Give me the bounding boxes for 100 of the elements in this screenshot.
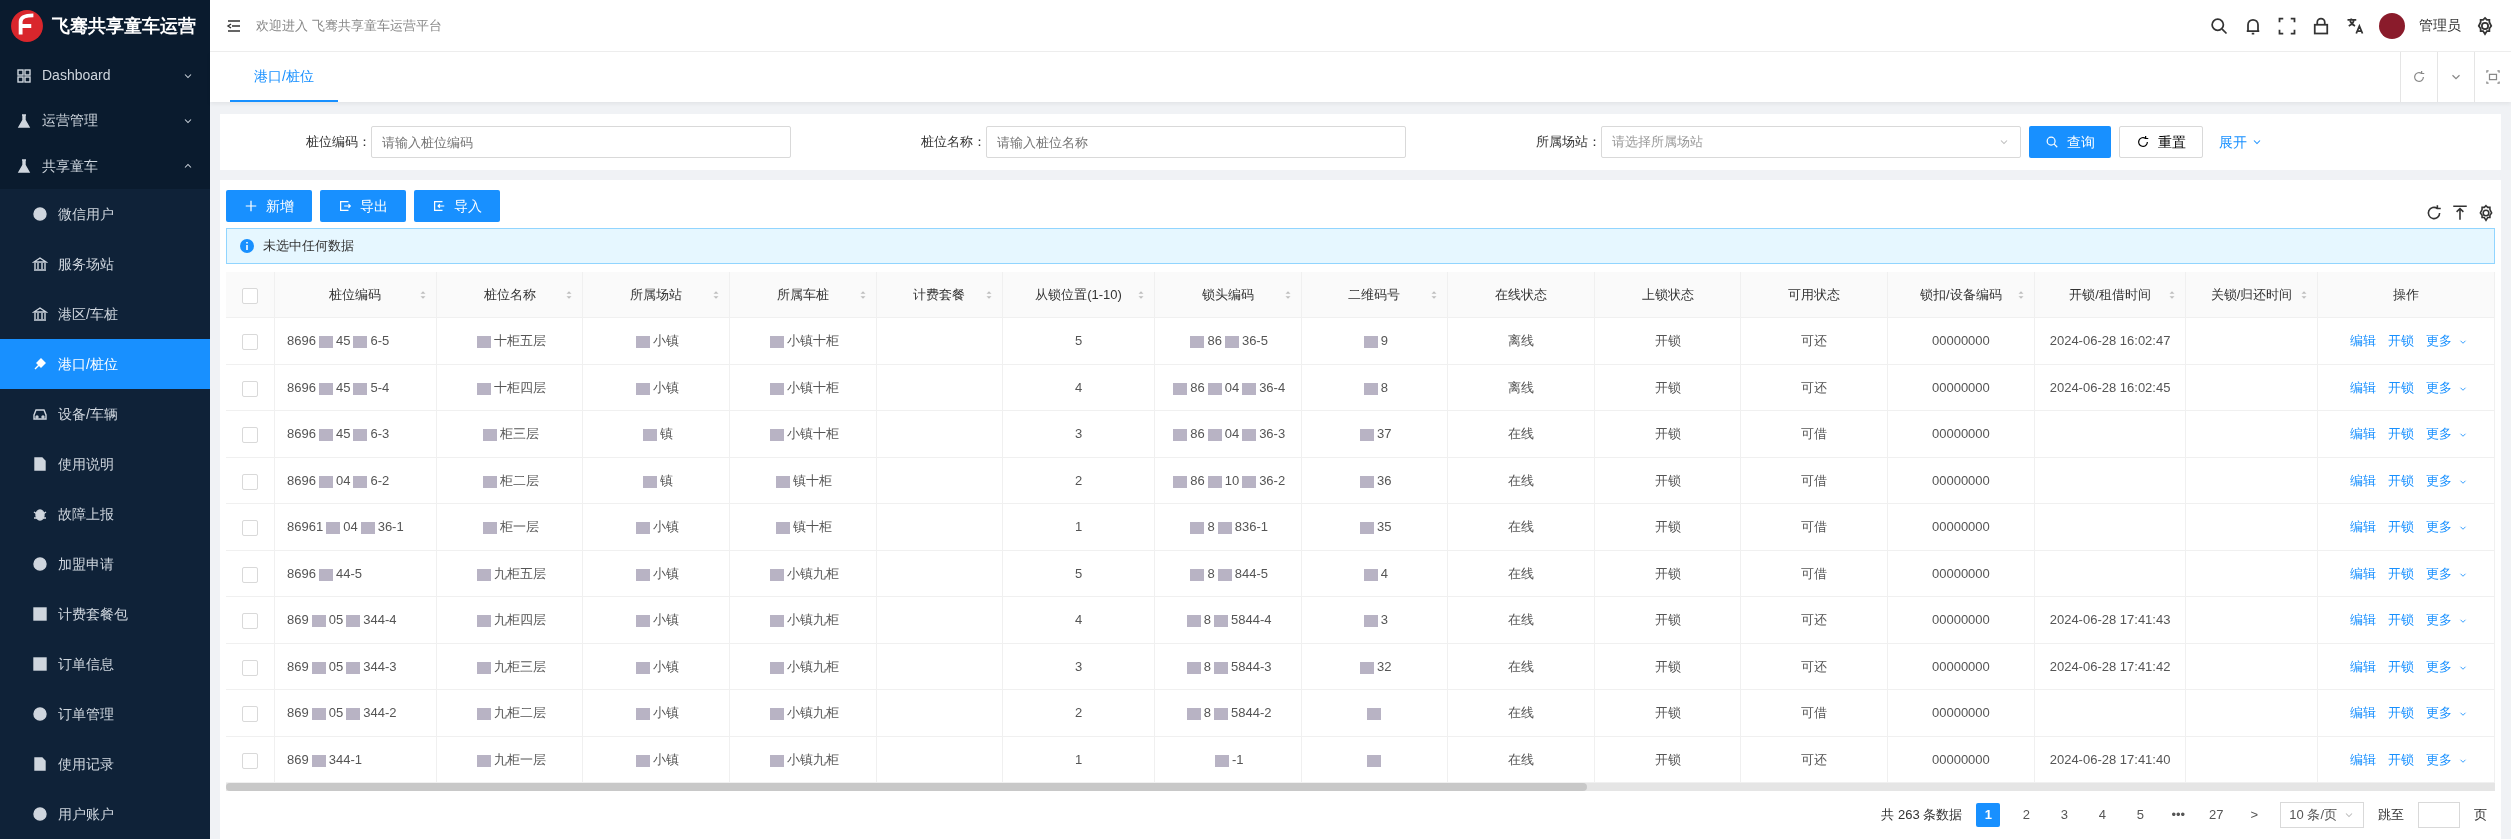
page-size-select[interactable]: 10 条/页: [2280, 802, 2364, 828]
page-link[interactable]: 4: [2090, 803, 2115, 827]
action-link[interactable]: 开锁: [2387, 658, 2414, 674]
column-height-icon[interactable]: [2451, 204, 2469, 222]
cell-text: 5844-2: [1231, 705, 1272, 721]
tab[interactable]: 港口/桩位: [230, 52, 338, 102]
action-link[interactable]: 开锁: [2387, 612, 2414, 628]
toolbar-button[interactable]: 导出: [320, 190, 406, 222]
action-link[interactable]: 编辑: [2349, 751, 2376, 767]
page-link[interactable]: 1: [1976, 803, 2001, 827]
action-link[interactable]: 编辑: [2349, 426, 2376, 442]
checkbox[interactable]: [242, 380, 258, 397]
checkbox[interactable]: [242, 334, 258, 351]
sidebar-item[interactable]: 订单管理: [0, 689, 210, 739]
action-link[interactable]: 开锁: [2387, 519, 2414, 535]
page-link[interactable]: 27: [2204, 803, 2229, 827]
checkbox[interactable]: [242, 659, 258, 676]
cell-text: 开锁: [1654, 379, 1681, 395]
next-page-link[interactable]: >: [2242, 803, 2267, 827]
sidebar-item[interactable]: 微信用户: [0, 189, 210, 239]
page-link[interactable]: 2: [2014, 803, 2039, 827]
page-link[interactable]: •••: [2166, 803, 2191, 827]
cell-text: 2024-06-28 17:41:43: [2049, 612, 2171, 628]
sidebar-item[interactable]: 服务场站: [0, 239, 210, 289]
redaction-block: [346, 661, 361, 674]
checkbox[interactable]: [242, 287, 258, 304]
action-link[interactable]: 开锁: [2387, 426, 2414, 442]
checkbox[interactable]: [242, 520, 258, 537]
toolbar-button[interactable]: 导入: [414, 190, 500, 222]
sidebar-item[interactable]: 共享童车: [0, 143, 210, 189]
more-link[interactable]: 更多: [2425, 472, 2452, 488]
sidebar-item[interactable]: 设备/车辆: [0, 389, 210, 439]
sidebar-item[interactable]: 故障上报: [0, 489, 210, 539]
checkbox[interactable]: [242, 473, 258, 490]
cell-text: 十柜五层: [493, 333, 546, 349]
checkbox[interactable]: [242, 566, 258, 583]
more-link[interactable]: 更多: [2425, 705, 2452, 721]
action-link[interactable]: 编辑: [2349, 472, 2376, 488]
action-link[interactable]: 编辑: [2349, 519, 2376, 535]
input-field[interactable]: 请输入桩位编码: [371, 126, 791, 158]
more-link[interactable]: 更多: [2425, 519, 2452, 535]
action-link[interactable]: 开锁: [2387, 751, 2414, 767]
column-header: 二维码号: [1348, 286, 1401, 302]
cell-text: 8: [1207, 519, 1215, 535]
toolbar-button[interactable]: 新增: [226, 190, 312, 222]
action-link[interactable]: 开锁: [2387, 333, 2414, 349]
redaction-block: [642, 429, 657, 442]
more-link[interactable]: 更多: [2425, 333, 2452, 349]
page-link[interactable]: 3: [2052, 803, 2077, 827]
search-button[interactable]: 查询: [2029, 126, 2111, 158]
checkbox[interactable]: [242, 706, 258, 723]
page-link[interactable]: 5: [2128, 803, 2153, 827]
more-link[interactable]: 更多: [2425, 751, 2452, 767]
sidebar-item[interactable]: 订单信息: [0, 639, 210, 689]
user-name[interactable]: 管理员: [2419, 15, 2461, 36]
sidebar-item[interactable]: 港口/桩位: [0, 339, 210, 389]
action-link[interactable]: 编辑: [2349, 705, 2376, 721]
cell-text: 8696: [287, 333, 316, 349]
sidebar-item[interactable]: 使用记录: [0, 739, 210, 789]
cell-text: 九柜三层: [493, 658, 546, 674]
action-link[interactable]: 编辑: [2349, 658, 2376, 674]
sidebar-item[interactable]: 用户账户: [0, 789, 210, 839]
sidebar-item[interactable]: 港区/车桩: [0, 289, 210, 339]
action-link[interactable]: 开锁: [2387, 565, 2414, 581]
search-icon[interactable]: [2209, 15, 2229, 36]
cell-text: 36: [1377, 472, 1392, 488]
action-link[interactable]: 开锁: [2387, 472, 2414, 488]
select-field[interactable]: 请选择所属场站: [1601, 126, 2021, 158]
checkbox[interactable]: [242, 752, 258, 769]
sidebar-item[interactable]: 使用说明: [0, 439, 210, 489]
checkbox[interactable]: [242, 427, 258, 444]
action-link[interactable]: 编辑: [2349, 612, 2376, 628]
sidebar-item[interactable]: 运营管理: [0, 98, 210, 144]
checkbox[interactable]: [242, 613, 258, 630]
fullscreen-icon[interactable]: [2277, 15, 2297, 36]
action-link[interactable]: 编辑: [2349, 379, 2376, 395]
sidebar-item[interactable]: Dashboard: [0, 52, 210, 99]
cell-text: 00000000: [1931, 705, 1990, 721]
action-link[interactable]: 开锁: [2387, 705, 2414, 721]
page-input[interactable]: [2418, 802, 2460, 828]
settings-icon[interactable]: [2475, 15, 2495, 36]
lock-icon[interactable]: [2311, 15, 2331, 36]
input-field[interactable]: 请输入桩位名称: [986, 126, 1406, 158]
settings-icon[interactable]: [2477, 204, 2495, 222]
action-link[interactable]: 编辑: [2349, 565, 2376, 581]
refresh-icon[interactable]: [2425, 204, 2443, 222]
more-link[interactable]: 更多: [2425, 612, 2452, 628]
scrollbar[interactable]: [226, 783, 2495, 792]
reset-button[interactable]: 重置: [2119, 126, 2203, 158]
sidebar-item[interactable]: 加盟申请: [0, 539, 210, 589]
more-link[interactable]: 更多: [2425, 379, 2452, 395]
sidebar-item[interactable]: 计费套餐包: [0, 589, 210, 639]
more-link[interactable]: 更多: [2425, 426, 2452, 442]
more-link[interactable]: 更多: [2425, 565, 2452, 581]
action-link[interactable]: 编辑: [2349, 333, 2376, 349]
avatar[interactable]: [2379, 12, 2405, 39]
expand-link[interactable]: 展开: [2219, 131, 2263, 153]
action-link[interactable]: 开锁: [2387, 379, 2414, 395]
cell-text: 9: [1380, 333, 1388, 349]
more-link[interactable]: 更多: [2425, 658, 2452, 674]
